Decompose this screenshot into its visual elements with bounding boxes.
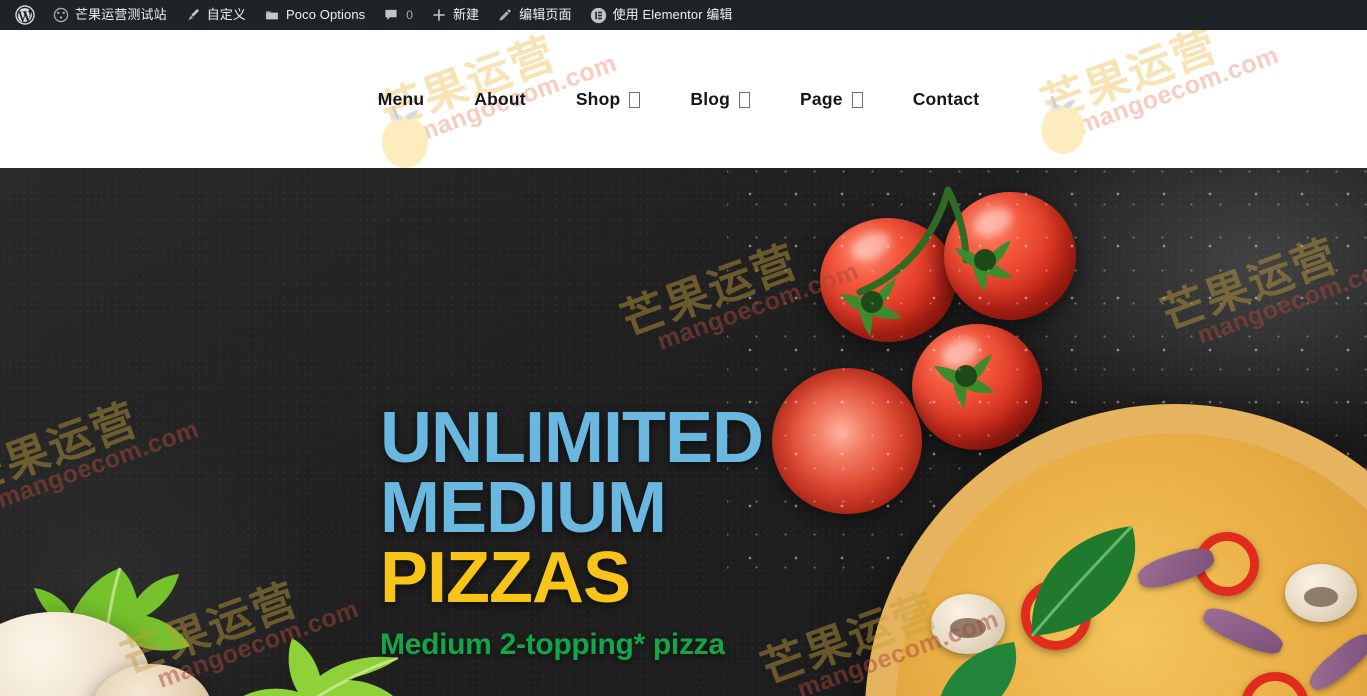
admin-bar-item-elementor[interactable]: 使用 Elementor 编辑 [581,0,742,30]
nav-item-page[interactable]: Page [775,79,888,120]
nav-item-blog[interactable]: Blog [665,79,775,120]
admin-bar-customize-label: 自定义 [206,7,247,22]
plus-icon [431,7,447,23]
admin-bar-site-name-label: 芒果运营测试站 [75,7,167,22]
wordpress-logo-icon [15,5,35,25]
basil-leaf-icon [1020,518,1180,648]
mango-logo-icon [1032,86,1094,156]
hero-headline-line-1: UNLIMITED [380,398,764,478]
nav-item-label: Shop [575,88,621,109]
hero-banner: 芒果运营 mangoecom.com 芒果运营 mangoecom.com 芒果… [0,168,1367,696]
nav-item-label: Blog [690,88,731,109]
main-navigation[interactable]: Menu About Shop Blog Page Contact [353,79,1004,120]
admin-bar-new-label: 新建 [452,7,480,22]
admin-bar-elementor-label: 使用 Elementor 编辑 [612,7,733,22]
pencil-icon [497,7,513,23]
wp-admin-bar[interactable]: 芒果运营测试站 自定义 Poco Options 0 新建 编辑页面 使用 El… [0,0,1367,30]
admin-bar-edit-page-label: 编辑页面 [519,7,572,22]
admin-bar-item-new[interactable]: 新建 [422,0,488,30]
hero-headline-line-2: MEDIUM [380,467,667,548]
chevron-down-icon [629,92,641,108]
watermark-cn-text: 芒果运营 [1035,30,1225,130]
folder-icon [264,7,280,23]
admin-bar-item-site-name[interactable]: 芒果运营测试站 [44,0,176,30]
comment-bubble-icon [383,7,399,23]
watermark-mark: 芒果运营 mangoecom.com [1035,30,1283,148]
paintbrush-icon [185,7,201,23]
nav-item-menu[interactable]: Menu [353,79,450,120]
dashboard-icon [53,7,69,23]
elementor-icon [590,7,607,24]
nav-item-shop[interactable]: Shop [551,79,666,120]
chevron-down-icon [739,92,751,108]
hero-copy-block: UNLIMITED MEDIUM PIZZAS Medium 2-topping… [380,398,764,662]
hero-subtitle: Medium 2-topping* pizza [380,628,725,662]
admin-bar-item-wp-logo[interactable] [6,0,44,30]
admin-bar-item-customize[interactable]: 自定义 [176,0,255,30]
watermark-en-text: mangoecom.com [1073,40,1283,140]
nav-item-label: About [474,88,526,109]
nav-item-label: Contact [912,88,980,109]
nav-item-about[interactable]: About [449,79,551,120]
basil-leaf-icon [930,638,1050,696]
nav-item-label: Page [800,88,843,109]
chevron-down-icon [851,92,863,108]
tomato-vine-icon [800,180,1090,470]
mushroom-topping-icon [1285,564,1357,622]
admin-bar-poco-label: Poco Options [286,7,366,22]
admin-bar-item-comments[interactable]: 0 [374,0,422,30]
nav-item-contact[interactable]: Contact [888,79,1005,120]
site-header: 芒果运营 mangoecom.com 芒果运营 mangoecom.com Me… [0,30,1367,168]
hero-headline-line-3: PIZZAS [380,537,631,618]
admin-bar-item-poco-options[interactable]: Poco Options [255,0,374,30]
admin-bar-item-edit-page[interactable]: 编辑页面 [488,0,580,30]
admin-bar-comment-count: 0 [406,8,413,22]
nav-item-label: Menu [377,88,425,109]
